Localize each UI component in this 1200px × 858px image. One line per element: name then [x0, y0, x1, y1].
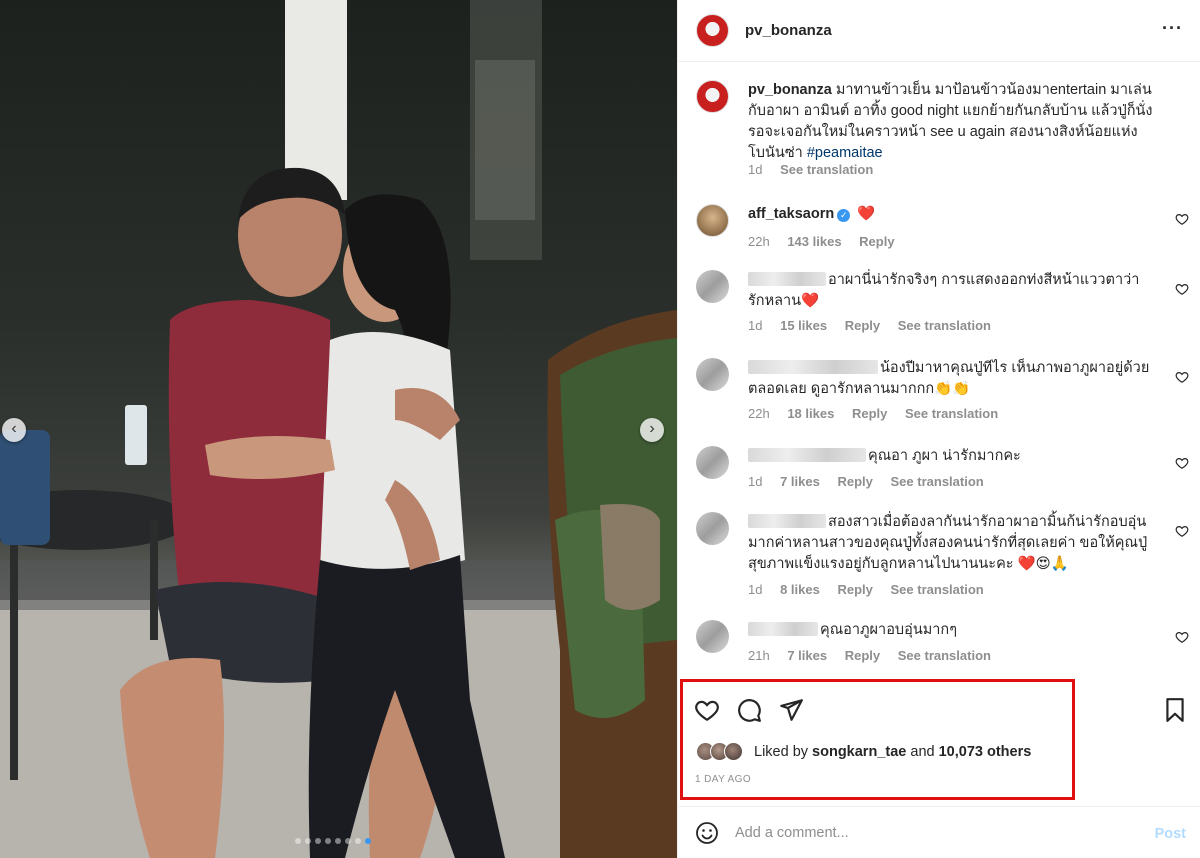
carousel-dot [365, 838, 371, 844]
likes-prefix: Liked by [754, 744, 809, 760]
comment-meta: 1d 7 likes Reply See translation [748, 474, 998, 489]
commenter-username-blurred[interactable] [748, 272, 826, 286]
caption-time: 1d [748, 162, 763, 177]
post-time-ago[interactable]: 1 DAY AGO [695, 774, 751, 785]
like-comment-heart-icon[interactable] [1175, 456, 1189, 470]
verified-badge-icon: ✓ [837, 209, 851, 222]
comment-likes[interactable]: 15 likes [780, 318, 827, 333]
carousel-dot [335, 838, 341, 844]
caption-hashtag[interactable]: #peamaitae [807, 145, 883, 161]
comment-likes[interactable]: 7 likes [787, 648, 827, 663]
comment-text: อาผานี่น่ารักจริงๆ การแสดงออกท่งสีหน้าแว… [748, 270, 1153, 312]
comment-see-translation[interactable]: See translation [891, 582, 984, 597]
comment-time: 22h [748, 234, 770, 249]
commenter-avatar[interactable] [696, 512, 729, 545]
comment-see-translation[interactable]: See translation [891, 474, 984, 489]
add-comment-input[interactable] [735, 825, 1115, 841]
commenter-avatar[interactable] [696, 270, 729, 303]
likes-count[interactable]: 10,073 others [939, 744, 1032, 760]
comment-reply-button[interactable]: Reply [845, 318, 880, 333]
next-photo-button[interactable]: › [640, 418, 664, 442]
carousel-dot [345, 838, 351, 844]
like-comment-heart-icon[interactable] [1175, 630, 1189, 644]
comment-time: 1d [748, 474, 763, 489]
previous-photo-button[interactable]: ‹ [2, 418, 26, 442]
photo-scene [0, 0, 677, 858]
comment-meta: 1d 15 likes Reply See translation [748, 318, 1005, 333]
comment-text: สองสาวเมื่อต้องลากันน่ารักอาผาอามิ้นก้น่… [748, 512, 1153, 575]
comment-see-translation[interactable]: See translation [905, 406, 998, 421]
comment-bubble-icon[interactable] [736, 697, 762, 723]
like-comment-heart-icon[interactable] [1175, 282, 1189, 296]
comment-reply-button[interactable]: Reply [837, 582, 872, 597]
likes-and: and [910, 744, 935, 760]
comment-text: คุณอาภูผาอบอุ่นมากๆ [748, 620, 1153, 641]
comment-text: คุณอา ภูผา น่ารักมากคะ [748, 446, 1153, 467]
carousel-dot [305, 838, 311, 844]
commenter-avatar[interactable] [696, 358, 729, 391]
comment-likes[interactable]: 8 likes [780, 582, 820, 597]
more-horizontal-icon[interactable]: ··· [1162, 18, 1183, 39]
caption-see-translation[interactable]: See translation [780, 162, 873, 177]
carousel-dot [355, 838, 361, 844]
bookmark-icon[interactable] [1162, 697, 1188, 723]
comment-time: 1d [748, 582, 763, 597]
post-photo[interactable]: ‹ › [0, 0, 677, 858]
comment-meta: 1d 8 likes Reply See translation [748, 582, 998, 597]
carousel-indicator [295, 838, 371, 844]
carousel-dot [325, 838, 331, 844]
add-comment-bar: Post [677, 806, 1200, 858]
comment-reply-button[interactable]: Reply [852, 406, 887, 421]
caption-meta: 1d See translation [748, 162, 887, 177]
caption-username[interactable]: pv_bonanza [748, 82, 832, 98]
commenter-username-blurred[interactable] [748, 448, 866, 462]
commenter-username-blurred[interactable] [748, 622, 818, 636]
comment-meta: 21h 7 likes Reply See translation [748, 648, 1005, 663]
comment-reply-button[interactable]: Reply [859, 234, 894, 249]
comment-body: ❤️ [857, 206, 876, 222]
commenter-avatar[interactable] [696, 620, 729, 653]
commenter-username-blurred[interactable] [748, 360, 878, 374]
like-comment-heart-icon[interactable] [1175, 370, 1189, 384]
liker-avatar [724, 742, 743, 761]
commenter-avatar[interactable] [696, 204, 729, 237]
post-comment-button[interactable]: Post [1155, 826, 1186, 842]
comment-meta: 22h 18 likes Reply See translation [748, 406, 1012, 421]
comments-list: pv_bonanza มาทานข้าวเย็น มาป้อนข้าวน้องม… [678, 62, 1200, 680]
comment-see-translation[interactable]: See translation [898, 318, 991, 333]
comment-body: คุณอา ภูผา น่ารักมากคะ [868, 448, 1021, 464]
author-avatar[interactable] [696, 14, 729, 47]
comment-time: 22h [748, 406, 770, 421]
comment-time: 1d [748, 318, 763, 333]
like-comment-heart-icon[interactable] [1175, 524, 1189, 538]
author-username[interactable]: pv_bonanza [745, 22, 832, 39]
commenter-username[interactable]: aff_taksaorn [748, 206, 834, 222]
liker-avatars[interactable] [696, 742, 748, 762]
emoji-smiley-icon[interactable] [695, 821, 719, 845]
comment-body: คุณอาภูผาอบอุ่นมากๆ [820, 622, 957, 638]
comment-meta: 22h 143 likes Reply [748, 234, 909, 249]
comment-time: 21h [748, 648, 770, 663]
liked-by-username[interactable]: songkarn_tae [812, 744, 906, 760]
carousel-dot [315, 838, 321, 844]
post-header: pv_bonanza ··· [678, 0, 1200, 62]
caption-avatar[interactable] [696, 80, 729, 113]
comment-reply-button[interactable]: Reply [837, 474, 872, 489]
commenter-username-blurred[interactable] [748, 514, 826, 528]
comment-likes[interactable]: 143 likes [787, 234, 841, 249]
like-comment-heart-icon[interactable] [1175, 212, 1189, 226]
comment-text: aff_taksaorn ✓ ❤️ [748, 204, 1153, 225]
carousel-dot [295, 838, 301, 844]
share-paper-plane-icon[interactable] [778, 697, 804, 723]
like-heart-icon[interactable] [694, 697, 720, 723]
comment-likes[interactable]: 18 likes [787, 406, 834, 421]
comment-reply-button[interactable]: Reply [845, 648, 880, 663]
comment-likes[interactable]: 7 likes [780, 474, 820, 489]
commenter-avatar[interactable] [696, 446, 729, 479]
comment-text: น้องปีมาหาคุณปู่ทีไร เห็นภาพอาภูผาอยู่ด้… [748, 358, 1153, 400]
caption-text: pv_bonanza มาทานข้าวเย็น มาป้อนข้าวน้องม… [748, 80, 1153, 164]
comment-see-translation[interactable]: See translation [898, 648, 991, 663]
likes-summary: Liked by songkarn_tae and 10,073 others [754, 744, 1031, 760]
